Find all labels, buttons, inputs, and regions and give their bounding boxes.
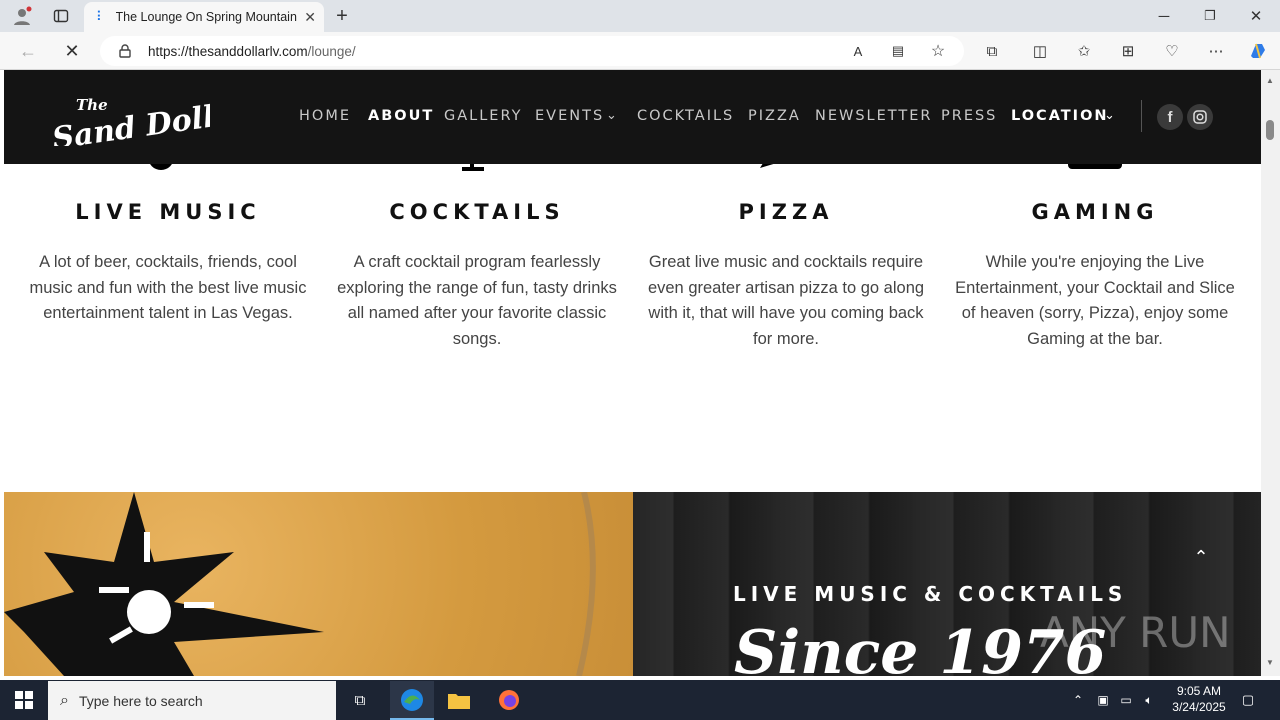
immersive-reader-icon[interactable]: ▤ [888, 40, 908, 62]
scroll-to-top-button[interactable]: ⌃ [1186, 542, 1216, 572]
nav-gallery[interactable]: GALLERY [444, 108, 522, 124]
favorites-icon[interactable]: ✩ [1074, 40, 1094, 62]
copilot-icon[interactable] [1246, 40, 1270, 62]
tray-device-icon[interactable]: ▣ [1094, 690, 1112, 710]
watermark: ANY RUN [1040, 608, 1231, 657]
restore-button[interactable]: ❐ [1198, 4, 1222, 28]
taskbar-clock[interactable]: 9:05 AM 3/24/2025 [1166, 683, 1232, 715]
nav-location[interactable]: LOCATION [1011, 108, 1109, 124]
split-screen-icon[interactable]: ◫ [1030, 40, 1050, 62]
close-window-button[interactable]: ✕ [1244, 4, 1268, 28]
favorite-star-icon[interactable]: ☆ [928, 40, 948, 62]
web-page: The Sand Dollar HOME ABOUT GALLERY EVENTS… [4, 70, 1261, 676]
edge-taskbar-icon[interactable] [390, 681, 434, 720]
search-icon: ⌕ [60, 691, 69, 709]
volume-icon[interactable]: 🔈︎ [1140, 690, 1158, 710]
nav-press[interactable]: PRESS [941, 108, 997, 124]
more-menu-icon[interactable]: ⋯ [1206, 40, 1226, 62]
stop-loading-button[interactable]: ✕ [60, 40, 84, 62]
feature-title-pizza: PIZZA [738, 200, 834, 224]
star-sign-photo [4, 492, 633, 676]
nav-about[interactable]: ABOUT [368, 108, 434, 124]
facebook-icon[interactable]: f [1157, 104, 1183, 130]
loading-spinner-icon: ⠇ [96, 9, 106, 24]
banner-subtitle: LIVE MUSIC & COCKTAILS [733, 582, 1128, 606]
browser-essentials-icon[interactable]: ♡ [1162, 40, 1182, 62]
url-host: https://thesanddollarlv.com [148, 43, 308, 59]
location-chevron-down-icon[interactable]: ⌄ [1104, 107, 1115, 123]
scroll-up-arrow-icon[interactable]: ▲ [1266, 76, 1274, 85]
tab-actions-icon[interactable] [48, 4, 74, 28]
extensions-icon[interactable]: ⧉ [982, 40, 1002, 62]
task-view-icon[interactable]: ⧉ [348, 690, 372, 710]
address-bar[interactable]: https://thesanddollarlv.com/lounge/ [100, 36, 964, 66]
site-logo[interactable]: The Sand Dollar [50, 90, 254, 157]
collections-icon[interactable]: ⊞ [1118, 40, 1138, 62]
clock-time: 9:05 AM [1176, 684, 1222, 698]
feature-title-gaming: GAMING [1031, 200, 1159, 224]
firefox-icon[interactable] [496, 688, 522, 712]
feature-title-cocktails: COCKTAILS [389, 200, 565, 224]
back-button[interactable]: ← [16, 40, 40, 62]
nav-home[interactable]: HOME [299, 108, 351, 124]
tray-chevron-up-icon[interactable]: ⌃ [1070, 690, 1086, 710]
read-aloud-icon[interactable]: A [848, 40, 868, 62]
feature-title-live-music: LIVE MUSIC [75, 200, 261, 224]
new-tab-button[interactable]: + [330, 4, 354, 28]
url-path: /lounge/ [307, 43, 356, 59]
minimize-button[interactable]: ─ [1152, 4, 1176, 28]
svg-text:The: The [76, 96, 108, 114]
feature-text-pizza: Great live music and cocktails require e… [647, 253, 925, 349]
feature-text-live-music: A lot of beer, cocktails, friends, cool … [29, 253, 307, 323]
clock-date: 3/24/2025 [1172, 700, 1226, 714]
nav-divider [1141, 100, 1142, 132]
nav-newsletter[interactable]: NEWSLETTER [815, 108, 933, 124]
scroll-down-arrow-icon[interactable]: ▼ [1266, 658, 1274, 667]
profile-icon[interactable] [8, 4, 36, 28]
windows-start-icon[interactable] [12, 690, 36, 710]
network-icon[interactable]: ▭ [1117, 690, 1135, 710]
svg-text:Sand Dollar: Sand Dollar [50, 94, 210, 146]
notification-icon[interactable]: ▢ [1238, 690, 1258, 710]
close-tab-icon[interactable]: ✕ [304, 9, 316, 26]
active-tab[interactable]: ⠇ The Lounge On Spring Mountain ✕ [84, 2, 324, 32]
lock-icon[interactable] [116, 42, 134, 60]
nav-events[interactable]: EVENTS [535, 108, 604, 124]
tab-title: The Lounge On Spring Mountain [115, 10, 297, 24]
feature-text-cocktails: A craft cocktail program fearlessly expl… [337, 253, 617, 349]
nav-cocktails[interactable]: COCKTAILS [637, 108, 734, 124]
instagram-icon[interactable] [1187, 104, 1213, 130]
scrollbar-thumb[interactable] [1266, 120, 1274, 140]
feature-text-gaming: While you're enjoying the Live Entertain… [955, 253, 1235, 349]
search-placeholder: Type here to search [78, 692, 203, 709]
taskbar-search-box[interactable]: ⌕ Type here to search [48, 681, 336, 720]
nav-pizza[interactable]: PIZZA [748, 108, 801, 124]
file-explorer-icon[interactable] [446, 688, 472, 712]
page-scrollbar[interactable]: ▲ ▼ [1261, 70, 1280, 676]
events-chevron-down-icon[interactable]: ⌄ [606, 107, 617, 123]
